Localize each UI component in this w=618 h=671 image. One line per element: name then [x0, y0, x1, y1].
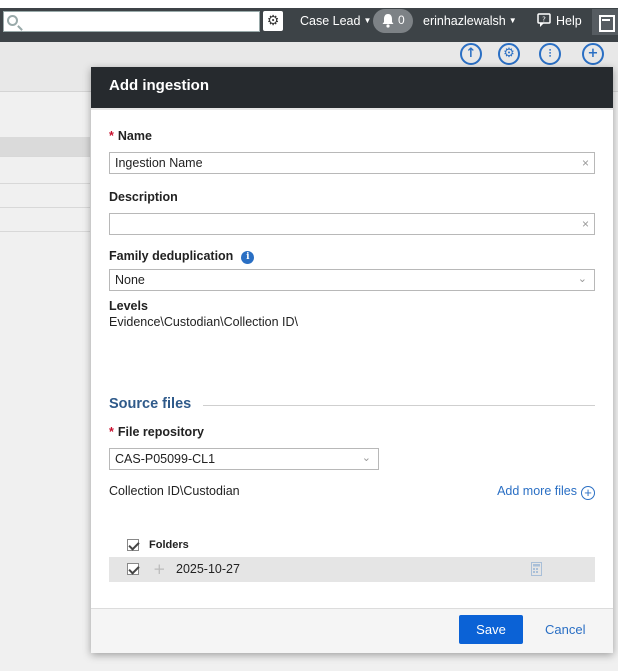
- help-icon[interactable]: ?: [537, 13, 553, 28]
- notification-count: 0: [398, 13, 405, 27]
- settings-icon[interactable]: ⚙: [498, 43, 520, 65]
- chevron-down-icon: ⌄: [577, 273, 587, 285]
- bell-icon: [382, 14, 394, 28]
- save-button[interactable]: Save: [459, 615, 523, 644]
- svg-text:?: ?: [542, 16, 546, 24]
- search-input[interactable]: [3, 11, 260, 32]
- add-ingestion-dialog: Add ingestion * Name Ingestion Name × Des…: [91, 67, 613, 653]
- folder-checkbox[interactable]: [127, 563, 139, 575]
- background-header-row: [0, 137, 90, 157]
- caret-down-icon: ▼: [363, 16, 372, 25]
- panel-toggle-icon[interactable]: [592, 9, 618, 35]
- chevron-down-icon: ⌄: [361, 452, 371, 464]
- dialog-body: * Name Ingestion Name × Description × Fam…: [91, 110, 613, 610]
- background-row: [0, 160, 90, 184]
- family-dedup-value: None: [115, 273, 145, 287]
- expand-plus-icon[interactable]: +: [153, 560, 166, 578]
- username: erinhazlewalsh: [423, 14, 506, 28]
- folders-header: Folders: [149, 539, 189, 551]
- file-repository-label: * File repository: [109, 425, 205, 439]
- info-icon[interactable]: i: [241, 251, 255, 264]
- table-row[interactable]: + 2025-10-27: [109, 557, 595, 582]
- help-link[interactable]: Help: [556, 13, 582, 29]
- repository-path: Collection ID\Custodian: [109, 484, 240, 498]
- notifications-button[interactable]: 0: [373, 9, 413, 33]
- filters-icon[interactable]: ⫶: [539, 43, 561, 65]
- required-marker: *: [109, 129, 114, 143]
- name-field[interactable]: Ingestion Name ×: [109, 152, 595, 174]
- section-divider: [203, 405, 595, 406]
- required-marker: *: [109, 425, 114, 439]
- background-row: [0, 208, 90, 232]
- add-more-files-link[interactable]: Add more files +: [497, 484, 595, 500]
- role-label: Case Lead: [300, 14, 361, 28]
- file-repository-select[interactable]: CAS-P05099-CL1 ⌄: [109, 448, 379, 470]
- background-row: [0, 184, 90, 208]
- name-field-value: Ingestion Name: [115, 156, 203, 170]
- family-dedup-label: Family deduplication i: [109, 249, 255, 264]
- select-all-checkbox[interactable]: [127, 539, 139, 551]
- top-bar: ⚙ Case Lead ▼ 0 erinhazlewalsh ▼ ? Help: [0, 0, 618, 42]
- family-dedup-select[interactable]: None ⌄: [109, 269, 595, 291]
- levels-label: Levels: [109, 299, 148, 313]
- dialog-footer: Save Cancel: [91, 608, 613, 653]
- role-menu[interactable]: Case Lead ▼: [300, 13, 371, 29]
- clear-icon[interactable]: ×: [582, 217, 589, 231]
- levels-value: Evidence\Custodian\Collection ID\: [109, 315, 298, 329]
- dialog-title: Add ingestion: [91, 67, 613, 108]
- description-label: Description: [109, 190, 178, 204]
- clear-icon[interactable]: ×: [582, 156, 589, 170]
- source-files-heading: Source files: [109, 396, 192, 412]
- calculator-icon[interactable]: [531, 562, 542, 576]
- add-icon[interactable]: +: [582, 43, 604, 65]
- folder-name: 2025-10-27: [176, 562, 240, 576]
- cancel-button[interactable]: Cancel: [545, 615, 585, 644]
- name-label: * Name: [109, 129, 152, 143]
- add-circle-icon: +: [581, 486, 595, 500]
- search-icon: [7, 15, 18, 26]
- file-repository-value: CAS-P05099-CL1: [115, 452, 216, 466]
- caret-down-icon: ▼: [508, 16, 517, 25]
- search-settings-gear-icon[interactable]: ⚙: [263, 11, 283, 31]
- description-field[interactable]: ×: [109, 213, 595, 235]
- user-menu[interactable]: erinhazlewalsh ▼: [423, 13, 517, 29]
- upload-icon[interactable]: ↑: [460, 43, 482, 65]
